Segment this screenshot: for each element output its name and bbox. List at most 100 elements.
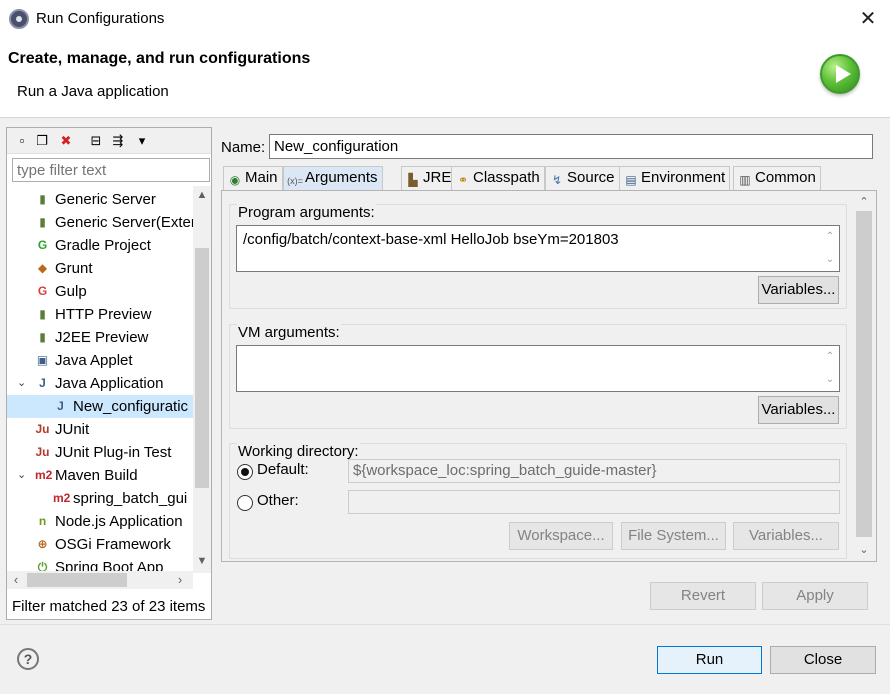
tree-horizontal-scrollbar[interactable]: ‹ › — [7, 571, 193, 589]
scroll-left-icon[interactable]: ‹ — [7, 571, 25, 589]
scroll-thumb[interactable] — [195, 248, 209, 488]
tree-item[interactable]: ⏻ Spring Boot App — [7, 556, 193, 571]
tree-item-label: New_configuratic — [73, 398, 189, 415]
tree-item-label: Gulp — [55, 283, 87, 300]
filter-status: Filter matched 23 of 23 items — [12, 598, 206, 615]
title-bar: Run Configurations ✕ — [0, 0, 890, 38]
spring-boot-icon: ⏻ — [37, 560, 48, 571]
tree-item-label: Generic Server(Exter — [55, 214, 193, 231]
scroll-down-icon[interactable]: ▼ — [193, 552, 211, 570]
tree-item[interactable]: n Node.js Application — [7, 510, 193, 533]
vm-arguments-field[interactable]: ⌃ ⌄ — [236, 345, 840, 392]
tree-item[interactable]: ▮ HTTP Preview — [7, 303, 193, 326]
scroll-up-icon[interactable]: ⌃ — [821, 228, 839, 246]
main-tab-icon: ◉ — [229, 173, 241, 187]
other-directory-field[interactable] — [348, 490, 840, 514]
delete-icon[interactable]: ✖ — [57, 132, 75, 150]
default-radio[interactable] — [237, 464, 253, 480]
scroll-thumb[interactable] — [856, 211, 872, 537]
name-field[interactable] — [269, 134, 873, 159]
scroll-up-icon[interactable]: ⌃ — [821, 348, 839, 366]
scroll-down-icon[interactable]: ⌄ — [821, 251, 839, 269]
scroll-down-icon[interactable]: ⌄ — [853, 541, 875, 559]
close-button[interactable]: Close — [770, 646, 876, 674]
tree-item-label: Maven Build — [55, 467, 138, 484]
tree-item-label: Java Application — [55, 375, 164, 392]
server-icon: ▮ — [39, 330, 46, 344]
gradle-icon: G — [37, 238, 48, 252]
filter-icon[interactable]: ⇶ — [109, 132, 127, 150]
filter-input[interactable] — [12, 158, 210, 182]
program-arguments-title: Program arguments: — [237, 204, 376, 221]
collapse-all-icon[interactable]: ⊟ — [87, 132, 105, 150]
tree-item[interactable]: Ju JUnit — [7, 418, 193, 441]
tree-item[interactable]: G Gradle Project — [7, 234, 193, 257]
tree-item[interactable]: G Gulp — [7, 280, 193, 303]
scroll-up-icon[interactable]: ⌃ — [853, 193, 875, 211]
hscroll-thumb[interactable] — [27, 573, 127, 587]
tab-main[interactable]: ◉ Main — [223, 166, 283, 190]
program-args-variables-button[interactable]: Variables... — [758, 276, 839, 304]
osgi-icon: ⊕ — [37, 537, 48, 551]
scroll-up-icon[interactable]: ▲ — [193, 186, 211, 204]
maven-icon: m2 — [53, 491, 71, 505]
tab-label: Arguments — [305, 169, 378, 186]
tree-item-label: JUnit Plug-in Test — [55, 444, 172, 461]
tree-item-label: spring_batch_gui — [73, 490, 188, 507]
configuration-list-panel: ▫❐ ✖ ⊟⇶ ▾ ▮ Generic Server ▮ Generic Server(Ex… — [6, 127, 212, 620]
run-button[interactable]: Run — [657, 646, 762, 674]
close-window-icon[interactable]: ✕ — [855, 6, 881, 32]
dropdown-icon[interactable]: ▾ — [133, 132, 151, 150]
tab-classpath[interactable]: ⚭ Classpath — [451, 166, 545, 190]
program-args-scrollbar[interactable]: ⌃ ⌄ — [821, 226, 839, 271]
junit-plugin-icon: Ju — [35, 445, 50, 459]
tree-item[interactable]: m2 spring_batch_gui — [7, 487, 193, 510]
tree-item[interactable]: ▮ Generic Server — [7, 188, 193, 211]
help-icon[interactable]: ? — [17, 648, 39, 670]
dialog-header: Create, manage, and run configurations R… — [0, 38, 890, 118]
new-configuration-icon[interactable]: ▫ — [13, 132, 31, 150]
tree-item[interactable]: ⌄ m2 Maven Build — [7, 464, 193, 487]
classpath-tab-icon: ⚭ — [457, 173, 469, 187]
expand-chevron-icon[interactable]: ⌄ — [17, 372, 26, 395]
program-arguments-group: Program arguments: /config/batch/context… — [229, 204, 847, 309]
tree-item[interactable]: ▮ J2EE Preview — [7, 326, 193, 349]
tab-environment[interactable]: ▤ Environment — [619, 166, 731, 190]
vm-args-scrollbar[interactable]: ⌃ ⌄ — [821, 346, 839, 391]
tree-item[interactable]: ◆ Grunt — [7, 257, 193, 280]
workspace-button[interactable]: Workspace... — [509, 522, 613, 550]
tab-label: Environment — [641, 169, 726, 186]
tree-item[interactable]: ⊕ OSGi Framework — [7, 533, 193, 556]
tree-item[interactable]: ⌄ J Java Application — [7, 372, 193, 395]
tree-item-label: OSGi Framework — [55, 536, 171, 553]
java-app-icon: J — [57, 399, 64, 413]
tree-item-label: HTTP Preview — [55, 306, 152, 323]
tab-jre[interactable]: ▙ JRE — [401, 166, 457, 190]
tab-common[interactable]: ▥ Common — [733, 166, 821, 190]
other-radio[interactable] — [237, 495, 253, 511]
tab-arguments[interactable]: (x)= Arguments — [283, 166, 383, 191]
vm-args-variables-button[interactable]: Variables... — [758, 396, 839, 424]
server-icon: ▮ — [39, 192, 46, 206]
scroll-down-icon[interactable]: ⌄ — [821, 371, 839, 389]
applet-icon: ▣ — [36, 353, 49, 367]
revert-button[interactable]: Revert — [650, 582, 756, 610]
working-dir-variables-button[interactable]: Variables... — [733, 522, 839, 550]
tab-source[interactable]: ↯ Source — [545, 166, 620, 190]
duplicate-icon[interactable]: ❐ — [33, 132, 51, 150]
tree-item-selected[interactable]: J New_configuratic — [7, 395, 193, 418]
tree-item[interactable]: Ju JUnit Plug-in Test — [7, 441, 193, 464]
scroll-right-icon[interactable]: › — [171, 571, 189, 589]
program-arguments-field[interactable]: /config/batch/context-base-xml HelloJob … — [236, 225, 840, 272]
tree-item[interactable]: ▮ Generic Server(Exter — [7, 211, 193, 234]
common-tab-icon: ▥ — [739, 173, 751, 187]
apply-button[interactable]: Apply — [762, 582, 868, 610]
expand-chevron-icon[interactable]: ⌄ — [17, 464, 26, 487]
tab-vertical-scrollbar[interactable]: ⌃ ⌄ — [853, 191, 875, 561]
tree-vertical-scrollbar[interactable]: ▲ ▼ — [193, 186, 211, 573]
vm-arguments-group: VM arguments: ⌃ ⌄ Variables... — [229, 324, 847, 429]
tree-item[interactable]: ▣ Java Applet — [7, 349, 193, 372]
tab-label: JRE — [423, 169, 452, 186]
file-system-button[interactable]: File System... — [621, 522, 726, 550]
other-label: Other: — [257, 492, 299, 509]
